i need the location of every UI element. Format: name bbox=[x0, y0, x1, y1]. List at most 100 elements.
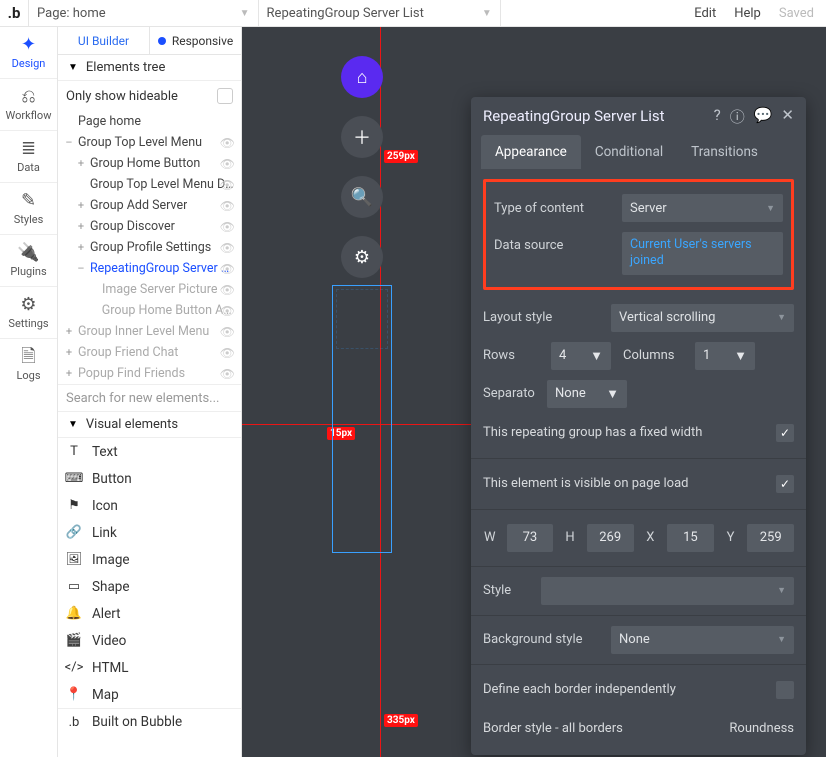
visibility-icon[interactable]: 👁 bbox=[220, 304, 235, 318]
expand-icon[interactable]: – bbox=[76, 262, 86, 275]
close-icon[interactable]: ✕ bbox=[781, 106, 794, 127]
expand-icon[interactable]: + bbox=[64, 346, 74, 359]
visibility-icon[interactable]: 👁 bbox=[220, 283, 235, 297]
visual-element-item[interactable]: 🎬Video bbox=[58, 627, 241, 654]
nav-data[interactable]: ≣Data bbox=[0, 131, 57, 183]
logo-icon[interactable]: .b bbox=[0, 4, 28, 22]
tree-row[interactable]: –Group Top Level Menu👁 bbox=[58, 132, 241, 153]
visual-element-label: Icon bbox=[92, 498, 118, 514]
visual-elements-header[interactable]: ▼ Visual elements bbox=[58, 412, 241, 438]
search-elements-input[interactable]: Search for new elements... bbox=[58, 384, 241, 412]
visibility-icon[interactable]: 👁 bbox=[220, 262, 235, 276]
selection-box[interactable] bbox=[332, 285, 392, 553]
tab-responsive[interactable]: Responsive bbox=[150, 27, 241, 55]
visual-element-item[interactable]: </>HTML bbox=[58, 654, 241, 681]
tree-row[interactable]: +Group Add Server👁 bbox=[58, 195, 241, 216]
help-menu[interactable]: Help bbox=[734, 6, 761, 21]
border-independent-checkbox[interactable]: ✓ bbox=[776, 681, 794, 699]
help-icon[interactable]: ? bbox=[714, 106, 721, 127]
tree-row[interactable]: Group Top Level Menu Di…👁 bbox=[58, 174, 241, 195]
y-input[interactable]: 259 bbox=[747, 524, 794, 552]
visibility-icon[interactable]: 👁 bbox=[220, 136, 235, 150]
nav-design[interactable]: ✦Design bbox=[0, 27, 57, 79]
visibility-icon[interactable]: 👁 bbox=[220, 346, 235, 360]
tree-row[interactable]: Image Server Picture👁 bbox=[58, 279, 241, 300]
visual-element-label: Video bbox=[92, 633, 126, 649]
canvas[interactable]: 259px 15px 335px ⌂ ＋ 🔍 ⚙ bbox=[242, 27, 826, 757]
tree-row[interactable]: –RepeatingGroup Server L…👁 bbox=[58, 258, 241, 279]
chevron-down-icon[interactable]: ▼ bbox=[482, 8, 492, 19]
expand-icon[interactable]: – bbox=[64, 136, 74, 149]
tree-label: Group Friend Chat bbox=[78, 345, 178, 360]
tree-row[interactable]: +Group Profile Settings👁 bbox=[58, 237, 241, 258]
nav-logs[interactable]: 🗎Logs bbox=[0, 339, 57, 391]
chevron-down-icon: ▼ bbox=[777, 312, 786, 323]
page-selector[interactable]: Page: home bbox=[29, 0, 120, 26]
expand-icon[interactable]: + bbox=[76, 199, 86, 212]
property-panel: RepeatingGroup Server List ? ⓘ 💬 ✕ Appea… bbox=[471, 97, 806, 755]
edit-menu[interactable]: Edit bbox=[694, 6, 716, 21]
visibility-icon[interactable]: 👁 bbox=[220, 220, 235, 234]
info-icon[interactable]: ⓘ bbox=[730, 106, 745, 127]
rail-discover-button[interactable]: 🔍 bbox=[341, 176, 383, 218]
visual-element-item[interactable]: 🖼Image bbox=[58, 546, 241, 573]
tree-row[interactable]: +Group Inner Level Menu👁 bbox=[58, 321, 241, 342]
visibility-icon[interactable]: 👁 bbox=[220, 157, 235, 171]
bg-style-select[interactable]: None▼ bbox=[611, 626, 794, 654]
type-of-content-select[interactable]: Server▼ bbox=[622, 194, 783, 222]
layout-style-select[interactable]: Vertical scrolling▼ bbox=[611, 304, 794, 332]
separator-select[interactable]: None▼ bbox=[547, 380, 627, 408]
visibility-icon[interactable]: 👁 bbox=[220, 199, 235, 213]
nav-plugins[interactable]: 🔌Plugins bbox=[0, 235, 57, 287]
tree-row[interactable]: Page home bbox=[58, 111, 241, 132]
tree-row[interactable]: +Popup Find Friends👁 bbox=[58, 363, 241, 384]
visual-element-item[interactable]: TText bbox=[58, 438, 241, 465]
tab-ui-builder[interactable]: UI Builder bbox=[58, 27, 150, 55]
visual-element-item[interactable]: ▭Shape bbox=[58, 573, 241, 600]
rows-select[interactable]: 4▼ bbox=[551, 342, 611, 370]
elements-tree-header[interactable]: ▼ Elements tree bbox=[58, 55, 241, 81]
tab-appearance[interactable]: Appearance bbox=[481, 135, 581, 169]
nav-workflow[interactable]: ⎌Workflow bbox=[0, 79, 57, 131]
nav-settings[interactable]: ⚙Settings bbox=[0, 287, 57, 339]
visual-element-item[interactable]: ⚑Icon bbox=[58, 492, 241, 519]
data-source-value[interactable]: Current User's servers joined bbox=[622, 232, 783, 275]
expand-icon[interactable]: + bbox=[76, 157, 86, 170]
style-select[interactable]: ▼ bbox=[541, 577, 794, 605]
tab-conditional[interactable]: Conditional bbox=[581, 135, 677, 169]
rail-add-button[interactable]: ＋ bbox=[341, 116, 383, 158]
only-show-hideable-checkbox[interactable] bbox=[217, 88, 233, 104]
tree-row[interactable]: +Group Discover👁 bbox=[58, 216, 241, 237]
visibility-icon[interactable]: 👁 bbox=[220, 325, 235, 339]
tree-row[interactable]: + Group Friend Chat 👁 bbox=[58, 342, 241, 363]
visual-element-item[interactable]: ⌨Button bbox=[58, 465, 241, 492]
w-label: W bbox=[483, 530, 497, 545]
comment-icon[interactable]: 💬 bbox=[754, 106, 773, 127]
expand-icon[interactable]: + bbox=[76, 241, 86, 254]
visible-on-load-checkbox[interactable]: ✓ bbox=[776, 475, 794, 493]
visual-element-item[interactable]: 🔗Link bbox=[58, 519, 241, 546]
rail-settings-button[interactable]: ⚙ bbox=[341, 236, 383, 278]
chevron-down-icon[interactable]: ▼ bbox=[240, 8, 250, 19]
expand-icon[interactable]: + bbox=[76, 220, 86, 233]
visual-element-item[interactable]: 🔔Alert bbox=[58, 600, 241, 627]
expand-icon[interactable]: + bbox=[64, 325, 74, 338]
nav-styles[interactable]: ✎Styles bbox=[0, 183, 57, 235]
fixed-width-checkbox[interactable]: ✓ bbox=[776, 424, 794, 442]
visibility-icon[interactable]: 👁 bbox=[220, 241, 235, 255]
link-icon: 🔗 bbox=[66, 525, 82, 541]
x-input[interactable]: 15 bbox=[667, 524, 714, 552]
visibility-icon[interactable]: 👁 bbox=[220, 367, 235, 381]
expand-icon[interactable]: + bbox=[64, 367, 74, 380]
columns-select[interactable]: 1▼ bbox=[695, 342, 755, 370]
tree-row[interactable]: Group Home Button Ac…👁 bbox=[58, 300, 241, 321]
tree-row[interactable]: +Group Home Button👁 bbox=[58, 153, 241, 174]
tab-transitions[interactable]: Transitions bbox=[677, 135, 772, 169]
w-input[interactable]: 73 bbox=[507, 524, 554, 552]
visual-element-item[interactable]: .bBuilt on Bubble bbox=[58, 708, 241, 735]
h-input[interactable]: 269 bbox=[587, 524, 634, 552]
visibility-icon[interactable]: 👁 bbox=[220, 178, 235, 192]
visual-element-item[interactable]: 📍Map bbox=[58, 681, 241, 708]
rail-home-button[interactable]: ⌂ bbox=[341, 56, 383, 98]
element-selector[interactable]: RepeatingGroup Server List bbox=[259, 0, 432, 26]
